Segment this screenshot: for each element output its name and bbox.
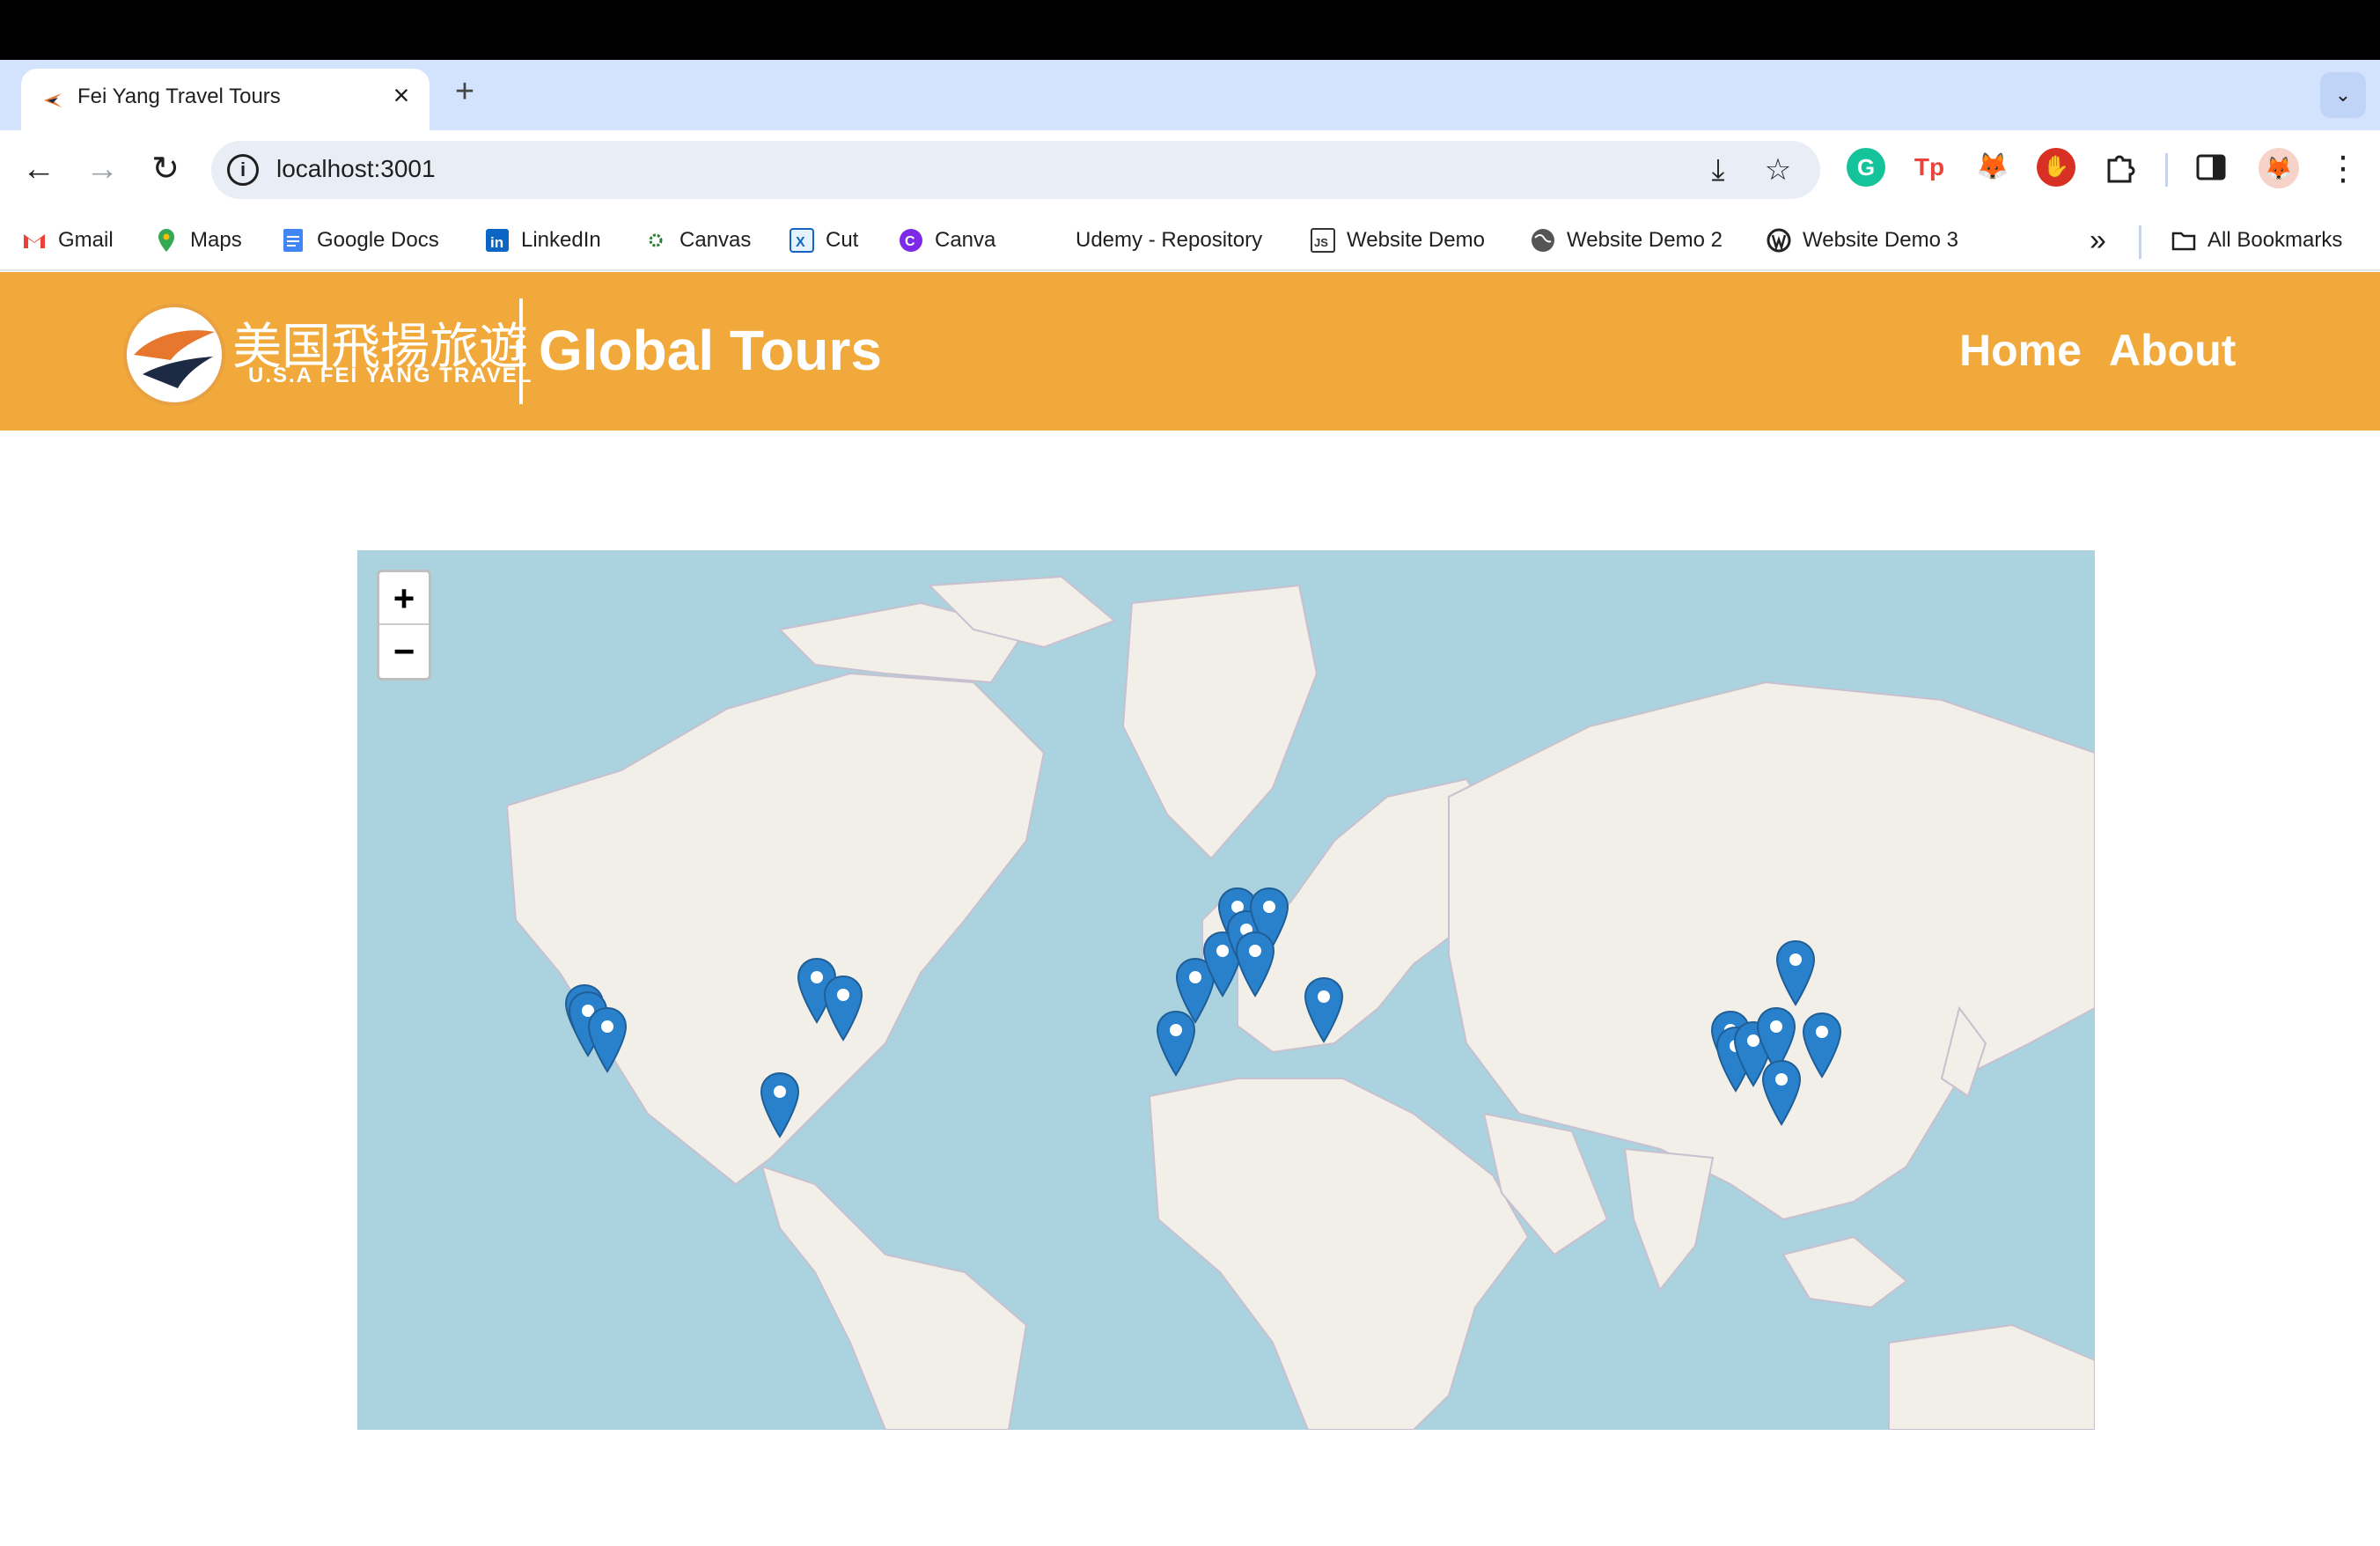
map-marker-icon[interactable] bbox=[1761, 1059, 1802, 1126]
linkedin-icon: in bbox=[486, 229, 509, 252]
nav-about-link[interactable]: About bbox=[2109, 325, 2236, 376]
close-tab-icon[interactable]: × bbox=[386, 79, 417, 111]
bookmark-gmail[interactable]: Gmail bbox=[21, 225, 114, 255]
map-marker-icon[interactable] bbox=[1304, 976, 1344, 1043]
zoom-in-button[interactable]: + bbox=[379, 572, 429, 625]
active-tab[interactable]: Fei Yang Travel Tours × bbox=[21, 69, 430, 130]
install-app-icon[interactable]: ⤓ bbox=[1701, 152, 1736, 188]
map-marker-icon[interactable] bbox=[760, 1071, 800, 1138]
bookmark-google-docs[interactable]: Google Docs bbox=[280, 225, 439, 255]
url-text[interactable]: localhost:3001 bbox=[276, 155, 436, 183]
map-marker-icon[interactable] bbox=[823, 975, 863, 1042]
gmail-icon bbox=[24, 234, 45, 248]
google-docs-icon bbox=[283, 229, 303, 252]
tab-title: Fei Yang Travel Tours bbox=[77, 85, 281, 108]
site-title: Global Tours bbox=[539, 319, 882, 382]
site-info-icon[interactable]: i bbox=[227, 154, 259, 186]
metamask-extension-icon[interactable]: 🦊 bbox=[1973, 148, 2012, 187]
bookmark-udemy[interactable]: Udemy - Repository bbox=[1039, 225, 1262, 255]
toolbar-separator bbox=[2165, 153, 2168, 187]
map-marker-icon[interactable] bbox=[1802, 1012, 1842, 1079]
bookmarks-separator bbox=[2139, 225, 2141, 259]
bookmark-cut[interactable]: X Cut bbox=[789, 225, 858, 255]
bookmark-star-icon[interactable]: ☆ bbox=[1760, 152, 1796, 188]
forward-icon[interactable]: → bbox=[77, 144, 127, 194]
browser-menu-icon[interactable]: ⋮ bbox=[2318, 144, 2368, 194]
back-icon[interactable]: ← bbox=[14, 144, 63, 194]
svg-text:in: in bbox=[490, 234, 503, 251]
maps-icon bbox=[158, 229, 174, 252]
bookmarks-bar: Gmail Maps Google Docs in LinkedIn Canva… bbox=[0, 210, 2380, 271]
bookmark-maps[interactable]: Maps bbox=[153, 225, 242, 255]
screen-top-bar bbox=[0, 0, 2380, 60]
svg-text:X: X bbox=[796, 235, 805, 250]
svg-text:C: C bbox=[905, 234, 915, 249]
more-bookmarks-icon[interactable]: » bbox=[2090, 224, 2106, 257]
fei-yang-favicon-icon bbox=[44, 93, 62, 107]
logo-divider bbox=[519, 298, 523, 404]
bookmark-canva[interactable]: C Canva bbox=[898, 225, 995, 255]
tp-extension-icon[interactable]: Tp bbox=[1910, 148, 1949, 187]
adblock-extension-icon[interactable]: ✋ bbox=[2037, 148, 2075, 187]
bookmark-website-demo-2[interactable]: Website Demo 2 bbox=[1530, 225, 1723, 255]
wordpress-icon bbox=[1767, 228, 1791, 253]
fei-yang-logo-icon[interactable] bbox=[123, 304, 225, 406]
logo-english-text: U.S.A FEI YANG TRAVEL bbox=[248, 364, 533, 387]
bookmark-website-demo-3[interactable]: Website Demo 3 bbox=[1766, 225, 1958, 255]
bookmark-canvas[interactable]: Canvas bbox=[643, 225, 751, 255]
globe-icon bbox=[1532, 229, 1554, 252]
cut-icon: X bbox=[790, 228, 814, 253]
js-icon: JS bbox=[1311, 228, 1335, 253]
site-header: 美国飛揚旅遊 U.S.A FEI YANG TRAVEL Global Tour… bbox=[0, 272, 2380, 431]
extensions-puzzle-icon[interactable] bbox=[2102, 150, 2137, 185]
tab-search-button[interactable]: ⌄ bbox=[2320, 72, 2366, 118]
map-marker-icon[interactable] bbox=[1235, 931, 1275, 998]
bookmark-website-demo[interactable]: JS Website Demo bbox=[1310, 225, 1485, 255]
canva-icon: C bbox=[900, 229, 922, 252]
nav-home-link[interactable]: Home bbox=[1959, 325, 2082, 376]
zoom-out-button[interactable]: − bbox=[379, 625, 429, 678]
map-marker-icon[interactable] bbox=[587, 1006, 628, 1073]
address-bar[interactable]: i localhost:3001 ⤓ ☆ bbox=[211, 141, 1820, 199]
profile-avatar[interactable]: 🦊 bbox=[2259, 148, 2299, 188]
grammarly-extension-icon[interactable]: G bbox=[1847, 148, 1885, 187]
zoom-control: + − bbox=[377, 570, 431, 681]
udemy-icon bbox=[1039, 227, 1065, 254]
folder-icon bbox=[2171, 232, 2196, 251]
world-map[interactable]: + − bbox=[357, 550, 2095, 1430]
tab-strip: Fei Yang Travel Tours × + ⌄ bbox=[0, 60, 2380, 130]
reload-icon[interactable]: ↻ bbox=[141, 144, 190, 194]
new-tab-button[interactable]: + bbox=[447, 74, 482, 109]
bookmark-linkedin[interactable]: in LinkedIn bbox=[484, 225, 601, 255]
all-bookmarks-button[interactable]: All Bookmarks bbox=[2171, 225, 2342, 255]
canvas-icon bbox=[649, 233, 663, 247]
map-marker-icon[interactable] bbox=[1775, 939, 1816, 1006]
side-panel-icon[interactable] bbox=[2195, 151, 2227, 183]
browser-toolbar: ← → ↻ i localhost:3001 ⤓ ☆ G Tp 🦊 ✋ 🦊 ⋮ bbox=[0, 130, 2380, 210]
svg-text:JS: JS bbox=[1314, 236, 1328, 249]
